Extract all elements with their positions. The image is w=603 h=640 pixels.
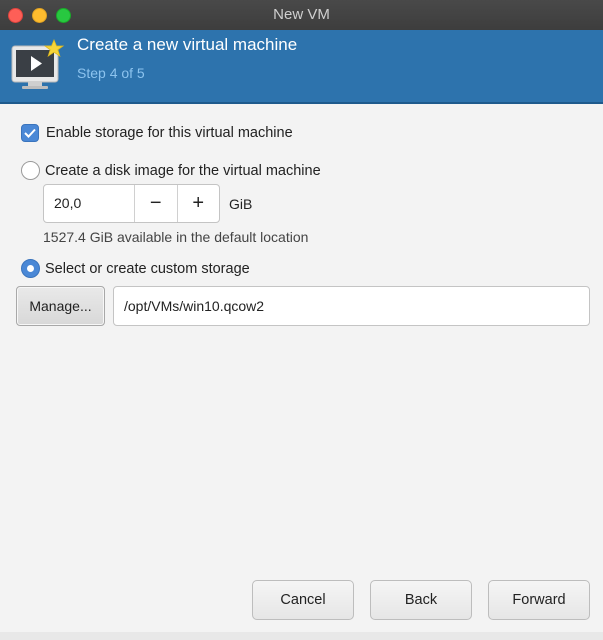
custom-storage-radio[interactable] bbox=[21, 259, 40, 278]
window-title: New VM bbox=[273, 6, 330, 23]
manage-button[interactable]: Manage... bbox=[16, 286, 105, 326]
disk-size-stepper[interactable]: 20,0 − + bbox=[43, 184, 220, 223]
custom-storage-label: Select or create custom storage bbox=[45, 260, 250, 277]
disk-image-option[interactable]: Create a disk image for the virtual mach… bbox=[21, 161, 321, 180]
disk-image-radio[interactable] bbox=[21, 161, 40, 180]
enable-storage-label: Enable storage for this virtual machine bbox=[46, 125, 293, 141]
wizard-step-indicator: Step 4 of 5 bbox=[77, 65, 145, 81]
cancel-button[interactable]: Cancel bbox=[252, 580, 354, 620]
forward-button[interactable]: Forward bbox=[488, 580, 590, 620]
available-space-text: 1527.4 GiB available in the default loca… bbox=[43, 229, 309, 245]
enable-storage-checkbox[interactable] bbox=[21, 124, 39, 142]
storage-path-input[interactable]: /opt/VMs/win10.qcow2 bbox=[113, 286, 590, 326]
disk-size-unit: GiB bbox=[229, 196, 253, 212]
title-bar[interactable]: New VM bbox=[0, 0, 603, 31]
increment-button[interactable]: + bbox=[176, 185, 219, 222]
window-bottom-edge bbox=[0, 632, 603, 640]
custom-storage-option[interactable]: Select or create custom storage bbox=[21, 259, 250, 278]
decrement-button[interactable]: − bbox=[135, 185, 176, 222]
new-vm-window: New VM Create a new virtual machine Step… bbox=[0, 0, 603, 640]
wizard-title: Create a new virtual machine bbox=[77, 35, 298, 54]
disk-size-input[interactable]: 20,0 bbox=[44, 185, 136, 222]
enable-storage-row[interactable]: Enable storage for this virtual machine bbox=[21, 124, 293, 142]
disk-image-label: Create a disk image for the virtual mach… bbox=[45, 162, 321, 179]
wizard-header: Create a new virtual machine Step 4 of 5 bbox=[0, 30, 603, 104]
back-button[interactable]: Back bbox=[370, 580, 472, 620]
vm-monitor-icon bbox=[11, 38, 65, 89]
checkmark-icon bbox=[24, 128, 36, 138]
